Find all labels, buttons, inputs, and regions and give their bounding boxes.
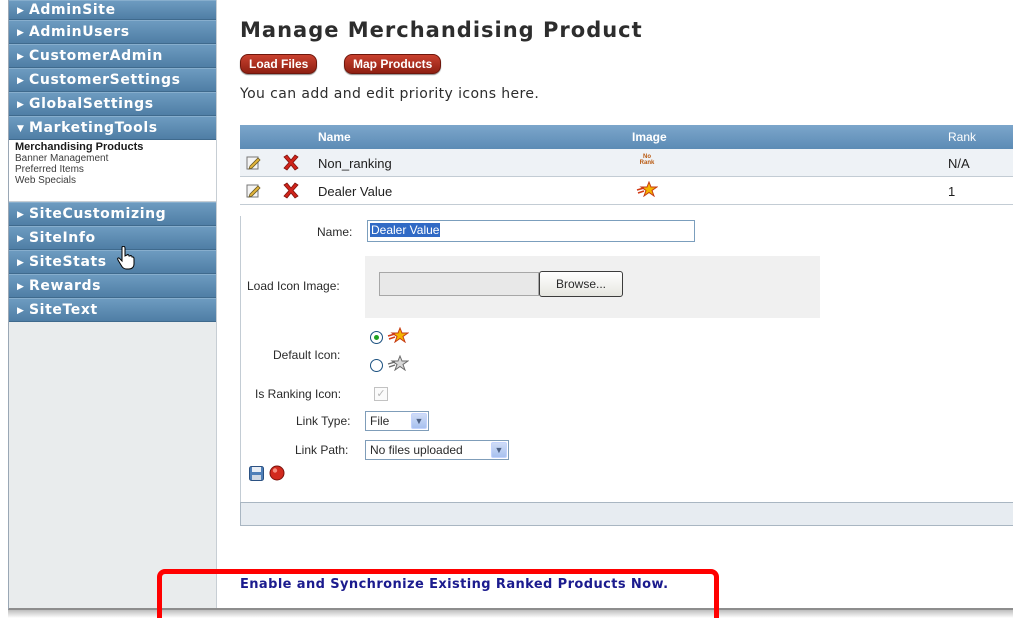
sidebar-item-label: MarketingTools (29, 120, 158, 136)
gray-star-icon (387, 355, 409, 371)
default-icon-radio-star[interactable] (370, 331, 383, 344)
table-footer (240, 502, 1013, 526)
page-title: Manage Merchandising Product (240, 18, 643, 42)
load-files-button[interactable]: Load Files (240, 54, 318, 74)
delete-icon[interactable] (282, 182, 300, 199)
chevron-right-icon: ▶ (17, 100, 25, 110)
link-path-label: Link Path: (295, 443, 349, 457)
subitem-merchandising-products[interactable]: Merchandising Products (15, 142, 216, 153)
link-type-value: File (370, 414, 390, 428)
sidebar-item-sitestats[interactable]: ▶ SiteStats (9, 250, 216, 274)
star-icon (387, 327, 409, 343)
subitem-banner-management[interactable]: Banner Management (15, 153, 216, 164)
chevron-right-icon: ▶ (17, 76, 25, 86)
edit-icon[interactable] (246, 155, 261, 170)
default-icon-radio-gray-star[interactable] (370, 359, 383, 372)
cancel-icon[interactable] (269, 465, 285, 481)
sidebar-item-sitetext[interactable]: ▶ SiteText (9, 298, 216, 322)
column-header-image: Image (632, 130, 667, 144)
sidebar-item-siteinfo[interactable]: ▶ SiteInfo (9, 226, 216, 250)
sidebar-item-adminsite[interactable]: ▶ AdminSite (9, 0, 216, 20)
chevron-down-icon: ▼ (491, 442, 507, 458)
sidebar-item-label: SiteText (29, 302, 98, 318)
sidebar-item-globalsettings[interactable]: ▶ GlobalSettings (9, 92, 216, 116)
enable-sync-link[interactable]: Enable and Synchronize Existing Ranked P… (240, 577, 668, 592)
sidebar-item-label: SiteStats (29, 254, 107, 270)
icons-table: Name Image Rank Non_ranking No Rank N/A (240, 125, 1013, 205)
sidebar-item-label: GlobalSettings (29, 96, 154, 112)
subitem-preferred-items[interactable]: Preferred Items (15, 164, 216, 175)
load-icon-label: Load Icon Image: (247, 279, 340, 293)
column-header-name: Name (318, 130, 351, 144)
is-ranking-label: Is Ranking Icon: (255, 387, 342, 401)
name-field-value: Dealer Value (370, 223, 441, 237)
sidebar-item-label: SiteInfo (29, 230, 96, 246)
row-name: Dealer Value (318, 184, 393, 199)
sidebar-item-label: Rewards (29, 278, 102, 294)
chevron-right-icon: ▶ (17, 52, 25, 62)
chevron-right-icon: ▶ (17, 210, 25, 220)
name-label: Name: (317, 225, 353, 239)
sidebar-item-label: AdminUsers (29, 24, 130, 40)
row-rank: N/A (948, 156, 970, 171)
no-rank-icon: No Rank (638, 154, 656, 166)
sidebar-item-marketingtools[interactable]: ▼ MarketingTools (9, 116, 216, 140)
frame-shadow (8, 610, 1013, 618)
sidebar-item-rewards[interactable]: ▶ Rewards (9, 274, 216, 298)
chevron-down-icon: ▼ (411, 413, 427, 429)
file-path-input[interactable] (379, 272, 539, 296)
star-icon (636, 181, 658, 197)
link-type-label: Link Type: (296, 414, 351, 428)
no-rank-icon-text: No Rank (639, 154, 655, 166)
file-upload-area: Browse... (365, 256, 820, 318)
chevron-right-icon: ▶ (17, 28, 25, 38)
is-ranking-checkbox[interactable]: ✓ (374, 387, 388, 401)
edit-icon[interactable] (246, 183, 261, 198)
intro-text: You can add and edit priority icons here… (240, 86, 540, 102)
sidebar-item-sitecustomizing[interactable]: ▶ SiteCustomizing (9, 202, 216, 226)
table-row: Dealer Value 1 (240, 177, 1013, 205)
link-path-select[interactable]: No files uploaded ▼ (365, 440, 509, 460)
sidebar-item-customeradmin[interactable]: ▶ CustomerAdmin (9, 44, 216, 68)
sidebar-item-customersettings[interactable]: ▶ CustomerSettings (9, 68, 216, 92)
sidebar-item-label: SiteCustomizing (29, 206, 167, 222)
delete-icon[interactable] (282, 154, 300, 171)
row-rank: 1 (948, 184, 956, 199)
sidebar-item-label: CustomerSettings (29, 72, 181, 88)
name-field[interactable]: Dealer Value (367, 220, 695, 242)
row-name: Non_ranking (318, 156, 392, 171)
column-header-rank: Rank (948, 130, 977, 144)
sidebar-item-label: CustomerAdmin (29, 48, 163, 64)
link-path-value: No files uploaded (370, 443, 463, 457)
chevron-right-icon: ▶ (17, 306, 25, 316)
sidebar-divider (9, 192, 216, 202)
subitem-web-specials[interactable]: Web Specials (15, 175, 216, 186)
sidebar-item-adminusers[interactable]: ▶ AdminUsers (9, 20, 216, 44)
table-header: Name Image Rank (240, 125, 1013, 149)
marketingtools-submenu: Merchandising Products Banner Management… (9, 140, 216, 192)
chevron-right-icon: ▶ (17, 234, 25, 244)
chevron-down-icon: ▼ (17, 124, 25, 134)
hand-cursor-icon (117, 246, 135, 270)
map-products-button[interactable]: Map Products (344, 54, 442, 74)
chevron-right-icon: ▶ (17, 6, 25, 16)
browse-button[interactable]: Browse... (539, 271, 623, 297)
save-icon[interactable] (249, 466, 264, 481)
table-row: Non_ranking No Rank N/A (240, 149, 1013, 177)
default-icon-label: Default Icon: (273, 348, 341, 362)
link-type-select[interactable]: File ▼ (365, 411, 429, 431)
edit-icon-form: Name: Dealer Value Load Icon Image: Brow… (240, 216, 1013, 506)
sidebar-item-label: AdminSite (29, 2, 116, 18)
chevron-right-icon: ▶ (17, 258, 25, 268)
main-content: Manage Merchandising Product Load Files … (218, 0, 1013, 608)
sidebar: ▶ AdminSite ▶ AdminUsers ▶ CustomerAdmin ▶ C… (9, 0, 217, 608)
chevron-right-icon: ▶ (17, 282, 25, 292)
